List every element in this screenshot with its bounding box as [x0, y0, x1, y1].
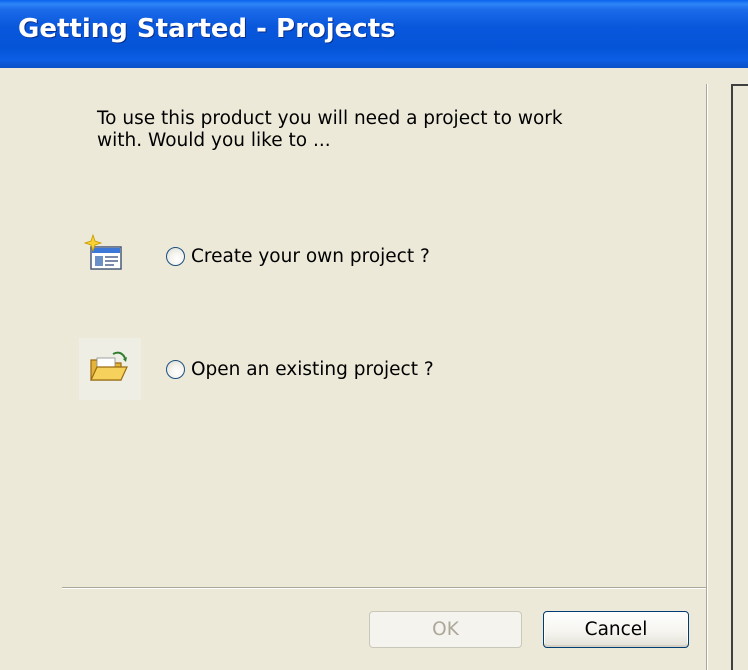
panel-divider-highlight [707, 84, 708, 670]
new-project-icon [79, 225, 141, 287]
cancel-button[interactable]: Cancel [543, 611, 689, 648]
create-project-option[interactable]: Create your own project ? [166, 241, 430, 271]
title-bar[interactable]: Getting Started - Projects [0, 0, 748, 68]
open-folder-icon [79, 338, 141, 400]
open-project-label[interactable]: Open an existing project ? [191, 359, 434, 380]
intro-text: To use this product you will need a proj… [97, 108, 563, 151]
ok-button[interactable]: OK [369, 611, 522, 648]
open-project-option[interactable]: Open an existing project ? [166, 354, 434, 384]
side-panel-frame [731, 84, 748, 670]
button-separator [62, 587, 706, 589]
right-panel [706, 84, 748, 670]
window-title: Getting Started - Projects [18, 14, 396, 44]
open-project-radio[interactable] [166, 359, 185, 379]
create-project-label[interactable]: Create your own project ? [191, 246, 430, 267]
create-project-radio[interactable] [166, 246, 185, 266]
getting-started-dialog: Getting Started - Projects To use this p… [0, 0, 748, 670]
